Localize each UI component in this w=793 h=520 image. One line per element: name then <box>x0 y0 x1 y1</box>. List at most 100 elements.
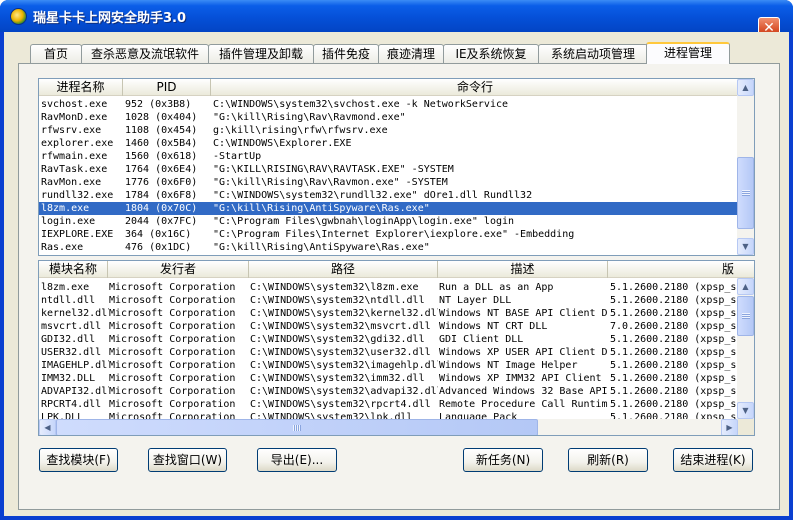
tab-plugin-immunity[interactable]: 插件免疫 <box>313 44 379 64</box>
module-row[interactable]: kernel32.dll Microsoft Corporation C:\WIND… <box>39 307 737 320</box>
column-header-process-name[interactable]: 进程名称 <box>39 79 123 96</box>
hscrollbar-thumb[interactable] <box>56 419 538 435</box>
module-list-hscrollbar[interactable]: ◀ ▶ <box>39 419 738 435</box>
module-row[interactable]: ADVAPI32.dll Microsoft Corporation C:\WIND… <box>39 385 737 398</box>
process-row[interactable]: RavMon.exe 1776 (0x6F0) "G:\kill\Rising\Ra… <box>39 176 737 189</box>
tab-home[interactable]: 首页 <box>30 44 82 64</box>
scroll-down-arrow-icon[interactable]: ▼ <box>737 402 754 419</box>
module-row[interactable]: IMAGEHLP.dll Microsoft Corporation C:\WIND… <box>39 359 737 372</box>
process-row[interactable]: rfwmain.exe 1560 (0x618) -StartUp <box>39 150 737 163</box>
end-process-button[interactable]: 结束进程(K) <box>673 448 753 472</box>
module-description-cell: NT Layer DLL <box>439 295 512 306</box>
tab-ie-system-restore[interactable]: IE及系统恢复 <box>443 44 539 64</box>
module-publisher-cell: Microsoft Corporation <box>109 295 236 306</box>
thumb-grip-icon <box>742 190 750 196</box>
module-name-cell: IMM32.DLL <box>41 373 96 384</box>
thumb-grip-icon <box>742 313 750 319</box>
column-header-module-name[interactable]: 模块名称 <box>39 261 108 278</box>
module-path-cell: C:\WINDOWS\system32\user32.dll <box>250 347 431 358</box>
process-name-cell: RavMon.exe <box>41 177 102 188</box>
new-task-button[interactable]: 新任务(N) <box>463 448 543 472</box>
process-row[interactable]: rfwsrv.exe 1108 (0x454) g:\kill\rising\rfw… <box>39 124 737 137</box>
process-row[interactable]: RavMonD.exe 1028 (0x404) "G:\kill\Rising\R… <box>39 111 737 124</box>
process-pid-cell: 1776 (0x6F0) <box>125 177 198 188</box>
process-row[interactable]: login.exe 2044 (0x7FC) "C:\Program Files\g… <box>39 215 737 228</box>
process-command-line-cell: C:\WINDOWS\Explorer.EXE <box>213 138 352 149</box>
column-header-command-line[interactable]: 命令行 <box>211 79 739 96</box>
module-version-cell: 5.1.2600.2180 (xpsp_s <box>610 282 737 293</box>
scroll-down-arrow-icon[interactable]: ▼ <box>737 238 754 255</box>
module-description-cell: Windows NT Image Helper <box>439 360 578 371</box>
column-header-path[interactable]: 路径 <box>249 261 438 278</box>
module-row[interactable]: USER32.dll Microsoft Corporation C:\WINDOW… <box>39 346 737 359</box>
find-module-button[interactable]: 查找模块(F) <box>39 448 118 472</box>
tab-strip: 首页 查杀恶意及流氓软件 插件管理及卸载 插件免疫 痕迹清理 IE及系统恢复 系… <box>18 42 788 64</box>
process-row[interactable]: rundll32.exe 1784 (0x6F8) "C:\WINDOWS\syst… <box>39 189 737 202</box>
tab-startup-manager[interactable]: 系统启动项管理 <box>538 44 648 64</box>
process-pid-cell: 476 (0x1DC) <box>125 242 192 253</box>
process-pid-cell: 1764 (0x6E4) <box>125 164 198 175</box>
module-description-cell: Advanced Windows 32 Base API <box>439 386 608 397</box>
process-list[interactable]: 进程名称 PID 命令行 svchost.exe 952 (0x3B8) C:\WI… <box>38 78 755 256</box>
scrollbar-thumb[interactable] <box>737 296 754 336</box>
process-name-cell: RavTask.exe <box>41 164 108 175</box>
module-publisher-cell: Microsoft Corporation <box>109 399 236 410</box>
module-name-cell: USER32.dll <box>41 347 102 358</box>
process-row[interactable]: IEXPLORE.EXE 364 (0x16C) "C:\Program Files… <box>39 228 737 241</box>
column-header-publisher[interactable]: 发行者 <box>108 261 249 278</box>
process-list-scrollbar[interactable]: ▲ ▼ <box>737 79 754 255</box>
process-row[interactable]: explorer.exe 1460 (0x5B4) C:\WINDOWS\Explo… <box>39 137 737 150</box>
module-path-cell: C:\WINDOWS\system32\imm32.dll <box>250 373 425 384</box>
module-description-cell: Windows NT BASE API Client D <box>439 308 608 319</box>
process-pid-cell: 1108 (0x454) <box>125 125 198 136</box>
module-path-cell: C:\WINDOWS\system32\kernel32.dll <box>250 308 438 319</box>
refresh-button[interactable]: 刷新(R) <box>568 448 648 472</box>
column-header-pid[interactable]: PID <box>123 79 211 96</box>
module-path-cell: C:\WINDOWS\system32\msvcrt.dll <box>250 321 431 332</box>
process-row[interactable]: RavTask.exe 1764 (0x6E4) "G:\KILL\RISING\R… <box>39 163 737 176</box>
tab-malware-scan[interactable]: 查杀恶意及流氓软件 <box>81 44 209 64</box>
process-name-cell: explorer.exe <box>41 138 114 149</box>
module-row[interactable]: GDI32.dll Microsoft Corporation C:\WINDOWS… <box>39 333 737 346</box>
find-window-button[interactable]: 查找窗口(W) <box>148 448 227 472</box>
process-command-line-cell: -StartUp <box>213 151 262 162</box>
module-path-cell: C:\WINDOWS\system32\ntdll.dll <box>250 295 425 306</box>
process-name-cell: IEXPLORE.EXE <box>41 229 114 240</box>
module-row[interactable]: msvcrt.dll Microsoft Corporation C:\WINDOW… <box>39 320 737 333</box>
app-window: 瑞星卡卡上网安全助手3.0 ✕ 首页 查杀恶意及流氓软件 插件管理及卸载 插件免… <box>0 0 793 520</box>
module-list-vscrollbar[interactable]: ▲ ▼ <box>737 278 754 419</box>
column-header-version[interactable]: 版 <box>608 261 738 278</box>
module-version-cell: 5.1.2600.2180 (xpsp_s <box>610 373 737 384</box>
process-list-header: 进程名称 PID 命令行 <box>39 79 754 96</box>
module-path-cell: C:\WINDOWS\system32\gdi32.dll <box>250 334 425 345</box>
column-header-description[interactable]: 描述 <box>438 261 608 278</box>
tab-trace-cleanup[interactable]: 痕迹清理 <box>378 44 444 64</box>
scroll-left-arrow-icon[interactable]: ◀ <box>39 419 56 435</box>
process-pid-cell: 2044 (0x7FC) <box>125 216 198 227</box>
export-button[interactable]: 导出(E)... <box>257 448 337 472</box>
tab-plugin-manager[interactable]: 插件管理及卸载 <box>208 44 314 64</box>
module-name-cell: l8zm.exe <box>41 282 90 293</box>
module-row[interactable]: ntdll.dll Microsoft Corporation C:\WINDOWS… <box>39 294 737 307</box>
process-row[interactable]: svchost.exe 952 (0x3B8) C:\WINDOWS\system3… <box>39 98 737 111</box>
module-row[interactable]: IMM32.DLL Microsoft Corporation C:\WINDOWS… <box>39 372 737 385</box>
scroll-up-arrow-icon[interactable]: ▲ <box>737 278 754 295</box>
module-path-cell: C:\WINDOWS\system32\l8zm.exe <box>250 282 419 293</box>
module-list[interactable]: 模块名称 发行者 路径 描述 版 l8zm.exe Microsoft Corpo… <box>38 260 755 436</box>
scroll-right-arrow-icon[interactable]: ▶ <box>721 419 738 435</box>
module-publisher-cell: Microsoft Corporation <box>109 347 236 358</box>
module-row[interactable]: RPCRT4.dll Microsoft Corporation C:\WINDOW… <box>39 398 737 411</box>
process-pid-cell: 1804 (0x70C) <box>125 203 198 214</box>
scrollbar-thumb[interactable] <box>737 157 754 229</box>
process-command-line-cell: "G:\kill\Rising\Rav\Ravmon.exe" -SYSTEM <box>213 177 448 188</box>
tab-process-manager[interactable]: 进程管理 <box>646 42 730 64</box>
module-version-cell: 5.1.2600.2180 (xpsp_s <box>610 386 737 397</box>
process-row[interactable]: l8zm.exe 1804 (0x70C) "G:\kill\Rising\Anti… <box>39 202 737 215</box>
module-publisher-cell: Microsoft Corporation <box>109 373 236 384</box>
module-row[interactable]: l8zm.exe Microsoft Corporation C:\WINDOWS\… <box>39 281 737 294</box>
title-bar[interactable]: 瑞星卡卡上网安全助手3.0 ✕ <box>0 0 793 39</box>
scroll-up-arrow-icon[interactable]: ▲ <box>737 79 754 96</box>
module-name-cell: IMAGEHLP.dll <box>41 360 109 371</box>
window-title: 瑞星卡卡上网安全助手3.0 <box>33 11 187 26</box>
process-row[interactable]: Ras.exe 476 (0x1DC) "G:\kill\Rising\AntiSp… <box>39 241 737 254</box>
